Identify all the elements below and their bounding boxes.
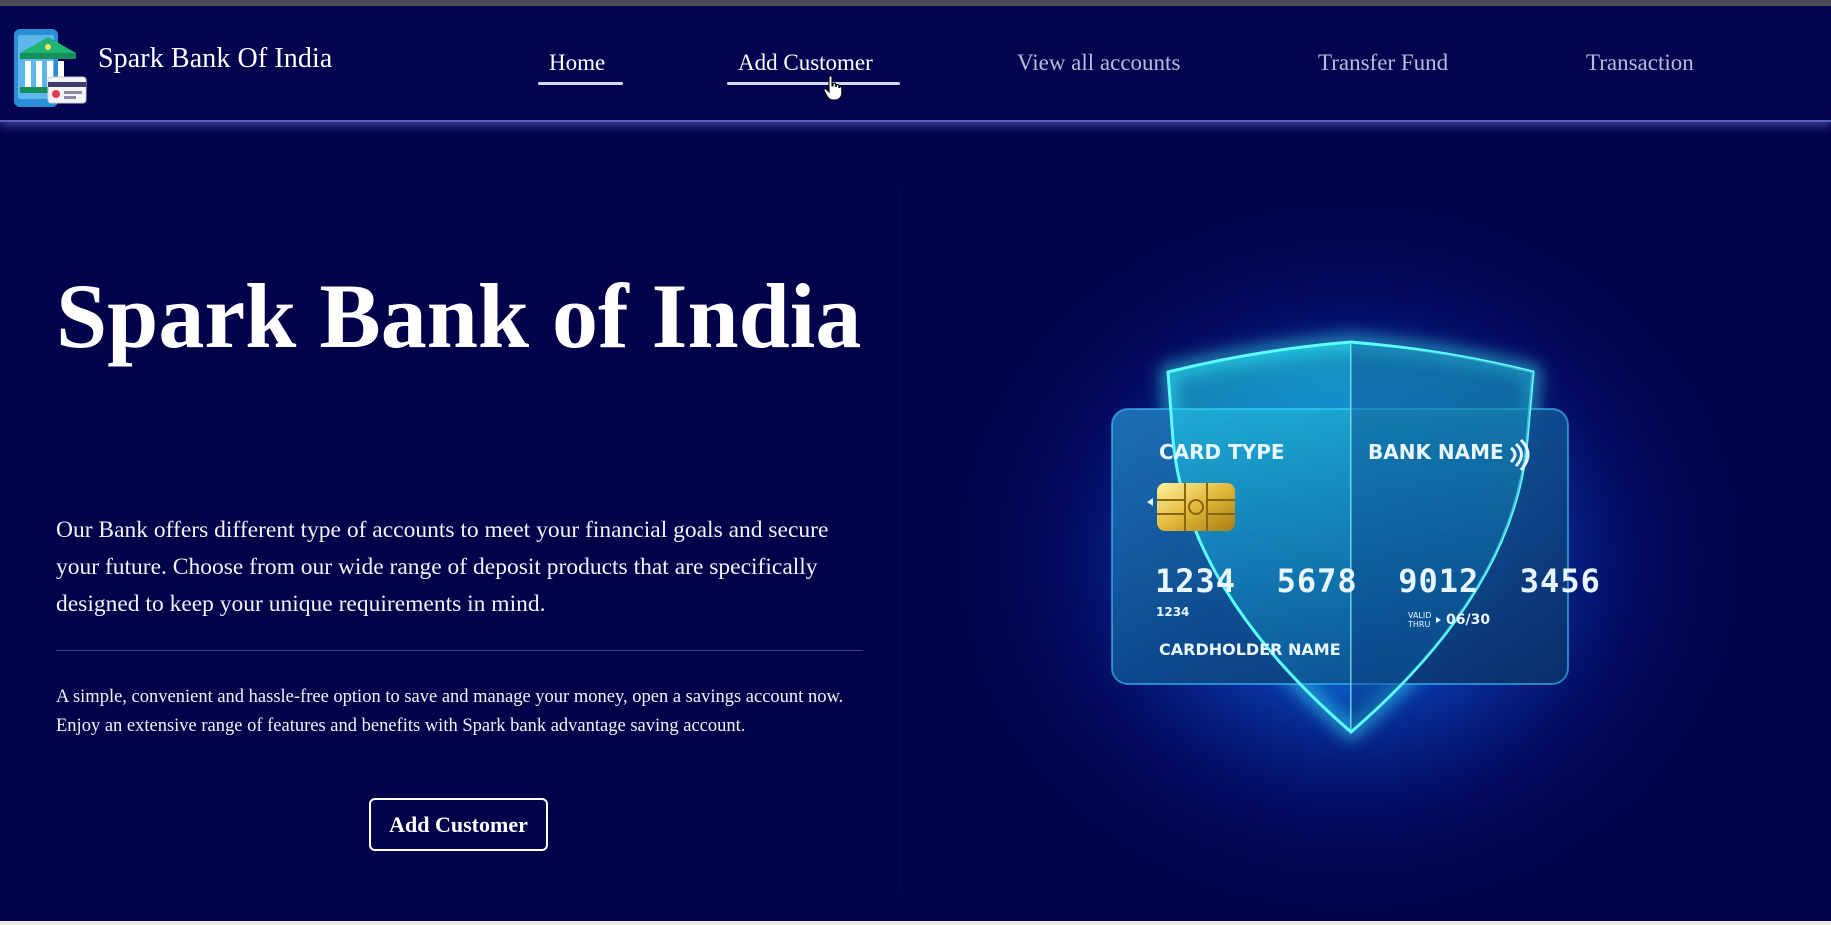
nav-transaction[interactable]: Transaction — [1586, 50, 1694, 76]
card-small-number: 1234 — [1156, 605, 1189, 619]
hero-divider — [56, 650, 863, 651]
brand[interactable]: Spark Bank Of India — [12, 23, 332, 109]
nav-add-customer-underline — [727, 82, 900, 85]
nav-home-underline — [538, 82, 623, 85]
bank-building-icon — [14, 29, 87, 107]
nav-transfer-fund[interactable]: Transfer Fund — [1318, 50, 1448, 76]
card-expiry: 06/30 — [1446, 612, 1490, 628]
nav-home[interactable]: Home — [549, 50, 605, 76]
secure-card-illustration: CARD TYPE BANK NAME 1234 5678 9012 3456 … — [930, 162, 1770, 920]
cardholder-name: CARDHOLDER NAME — [1159, 640, 1341, 659]
page-bottom-edge — [0, 921, 1831, 925]
nav-view-all-accounts[interactable]: View all accounts — [1017, 50, 1180, 76]
card-valid-label: VALID — [1408, 611, 1431, 620]
nav-add-customer[interactable]: Add Customer — [738, 50, 873, 76]
card-number: 1234 5678 9012 3456 — [1155, 562, 1601, 600]
card-bank-name: BANK NAME — [1368, 440, 1504, 464]
hand-pointer-icon — [823, 75, 843, 101]
navbar: Spark Bank Of India Home Add Customer Vi… — [0, 6, 1831, 122]
brand-name: Spark Bank Of India — [98, 43, 333, 74]
card-type-label: CARD TYPE — [1159, 440, 1285, 464]
column-divider — [900, 190, 901, 890]
hero-savings-text: A simple, convenient and hassle-free opt… — [56, 687, 844, 736]
card-chip-icon — [1147, 483, 1235, 531]
hero-title: Spark Bank of India — [56, 265, 862, 367]
hero-description: Our Bank offers different type of accoun… — [56, 517, 829, 617]
add-customer-button[interactable]: Add Customer — [369, 798, 548, 851]
card-thru-label: THRU — [1407, 620, 1430, 629]
